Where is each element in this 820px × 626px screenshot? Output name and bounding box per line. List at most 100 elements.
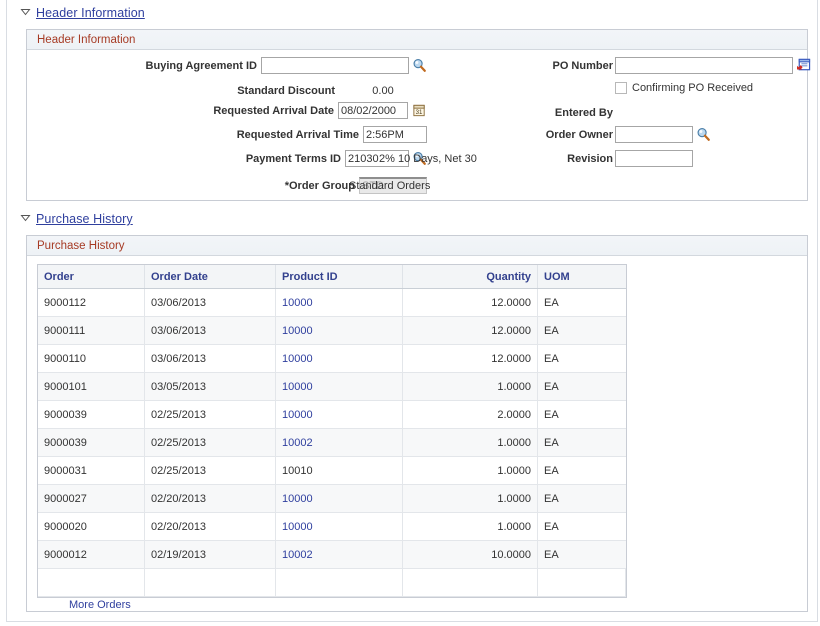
field-requested-arrival-time: Requested Arrival Time [27,125,427,144]
collapse-triangle-icon[interactable] [20,212,31,226]
cell-uom: EA [538,345,626,373]
order-owner-input-wrap [615,125,711,144]
column-header-order[interactable]: Order [38,265,145,289]
requested-arrival-time-input[interactable] [363,126,427,143]
cell-product-id-link[interactable]: 10000 [282,409,313,421]
field-requested-arrival-date: Requested Arrival Date 31 [27,101,427,120]
cell-product-id[interactable]: 10000 [276,485,403,513]
requested-arrival-date-label: Requested Arrival Date [213,105,338,117]
cell-product-id-link[interactable]: 10000 [282,381,313,393]
order-owner-lookup-magnifier-icon[interactable] [693,127,711,142]
buying-agreement-id-lookup-magnifier-icon[interactable] [409,58,427,73]
cell-order: 9000031 [38,457,145,485]
cell-order-date: 02/25/2013 [145,457,276,485]
cell-product-id-link[interactable]: 10002 [282,549,313,561]
cell-order-date: 02/20/2013 [145,485,276,513]
field-entered-by: Entered By [437,103,617,122]
order-group-description-text: Standard Orders [349,180,430,192]
cell-product-id[interactable]: 10002 [276,429,403,457]
cell-product-id-link[interactable]: 10000 [282,493,313,505]
table-filler-cell [403,569,538,597]
table-row: 900002002/20/2013100001.0000EA [38,513,626,541]
po-number-input[interactable] [615,57,793,74]
table-row: 900001202/19/20131000210.0000EA [38,541,626,569]
cell-product-id[interactable]: 10000 [276,289,403,317]
field-buying-agreement-id: Buying Agreement ID [27,56,427,75]
cell-order-date: 03/06/2013 [145,345,276,373]
peoplesoft-order-entry-page: Header Information Header Information Bu… [0,0,820,626]
cell-product-id-link[interactable]: 10000 [282,353,313,365]
section-toggle-purchase-history[interactable]: Purchase History [20,211,133,227]
po-number-label: PO Number [552,60,617,72]
cell-quantity: 12.0000 [403,345,538,373]
table-filler-cell [538,569,626,597]
po-number-prompt-window-icon[interactable] [793,58,811,73]
cell-order: 9000039 [38,429,145,457]
field-po-number: PO Number [437,56,617,75]
cell-uom: EA [538,485,626,513]
cell-product-id[interactable]: 10002 [276,541,403,569]
buying-agreement-id-input[interactable] [261,57,409,74]
cell-product-id[interactable]: 10000 [276,317,403,345]
cell-quantity: 1.0000 [403,373,538,401]
cell-order-date: 03/06/2013 [145,317,276,345]
cell-uom: EA [538,289,626,317]
more-orders-link[interactable]: More Orders [69,599,131,611]
cell-order-date: 02/20/2013 [145,513,276,541]
purchase-history-panel: Purchase History Order Order Date Produc… [26,235,808,612]
cell-quantity: 1.0000 [403,485,538,513]
order-group-label: *Order Group [285,180,359,192]
purchase-history-table-head: Order Order Date Product ID Quantity UOM [38,265,626,289]
requested-arrival-date-input[interactable] [338,102,408,119]
cell-order: 9000112 [38,289,145,317]
cell-quantity: 1.0000 [403,429,538,457]
table-row: 900011003/06/20131000012.0000EA [38,345,626,373]
cell-quantity: 12.0000 [403,317,538,345]
cell-product-id-link[interactable]: 10000 [282,521,313,533]
table-filler-cell [38,569,145,597]
field-order-owner: Order Owner [437,125,617,144]
column-header-uom[interactable]: UOM [538,265,626,289]
table-row: 900011103/06/20131000012.0000EA [38,317,626,345]
cell-product-id-link[interactable]: 10002 [282,437,313,449]
cell-order-date: 02/19/2013 [145,541,276,569]
order-group-description: Standard Orders [349,176,430,195]
cell-product-id-link[interactable]: 10000 [282,325,313,337]
order-owner-input[interactable] [615,126,693,143]
standard-discount-label: Standard Discount [237,85,339,97]
section-toggle-purchase-history-label[interactable]: Purchase History [36,212,133,226]
cell-product-id[interactable]: 10000 [276,373,403,401]
revision-input[interactable] [615,150,693,167]
cell-product-id-link[interactable]: 10000 [282,297,313,309]
cell-product-id[interactable]: 10000 [276,513,403,541]
cell-quantity: 12.0000 [403,289,538,317]
po-number-input-wrap [615,56,811,75]
table-row: 900011203/06/20131000012.0000EA [38,289,626,317]
column-header-product-id[interactable]: Product ID [276,265,403,289]
column-header-order-date[interactable]: Order Date [145,265,276,289]
section-toggle-header-information[interactable]: Header Information [20,5,145,21]
table-filler-row [38,569,626,597]
cell-order-date: 02/25/2013 [145,401,276,429]
buying-agreement-id-label: Buying Agreement ID [146,60,261,72]
cell-uom: EA [538,541,626,569]
purchase-history-panel-title: Purchase History [27,236,807,256]
table-row: 900002702/20/2013100001.0000EA [38,485,626,513]
header-information-panel: Header Information Buying Agreement ID S… [26,29,808,201]
cell-order: 9000111 [38,317,145,345]
cell-order: 9000101 [38,373,145,401]
confirming-po-received-checkbox[interactable] [615,82,627,94]
requested-arrival-date-calendar-icon[interactable]: 31 [408,103,427,118]
purchase-history-table-body: 900011203/06/20131000012.0000EA900011103… [38,289,626,597]
purchase-history-table: Order Order Date Product ID Quantity UOM… [38,265,626,597]
collapse-triangle-icon[interactable] [20,6,31,20]
cell-product-id[interactable]: 10000 [276,401,403,429]
table-row: 900003902/25/2013100021.0000EA [38,429,626,457]
cell-order-date: 02/25/2013 [145,429,276,457]
header-information-panel-title: Header Information [27,30,807,50]
table-filler-cell [145,569,276,597]
column-header-quantity[interactable]: Quantity [403,265,538,289]
cell-product-id[interactable]: 10000 [276,345,403,373]
field-confirming-po-received[interactable]: Confirming PO Received [615,82,753,94]
section-toggle-header-information-label[interactable]: Header Information [36,6,145,20]
